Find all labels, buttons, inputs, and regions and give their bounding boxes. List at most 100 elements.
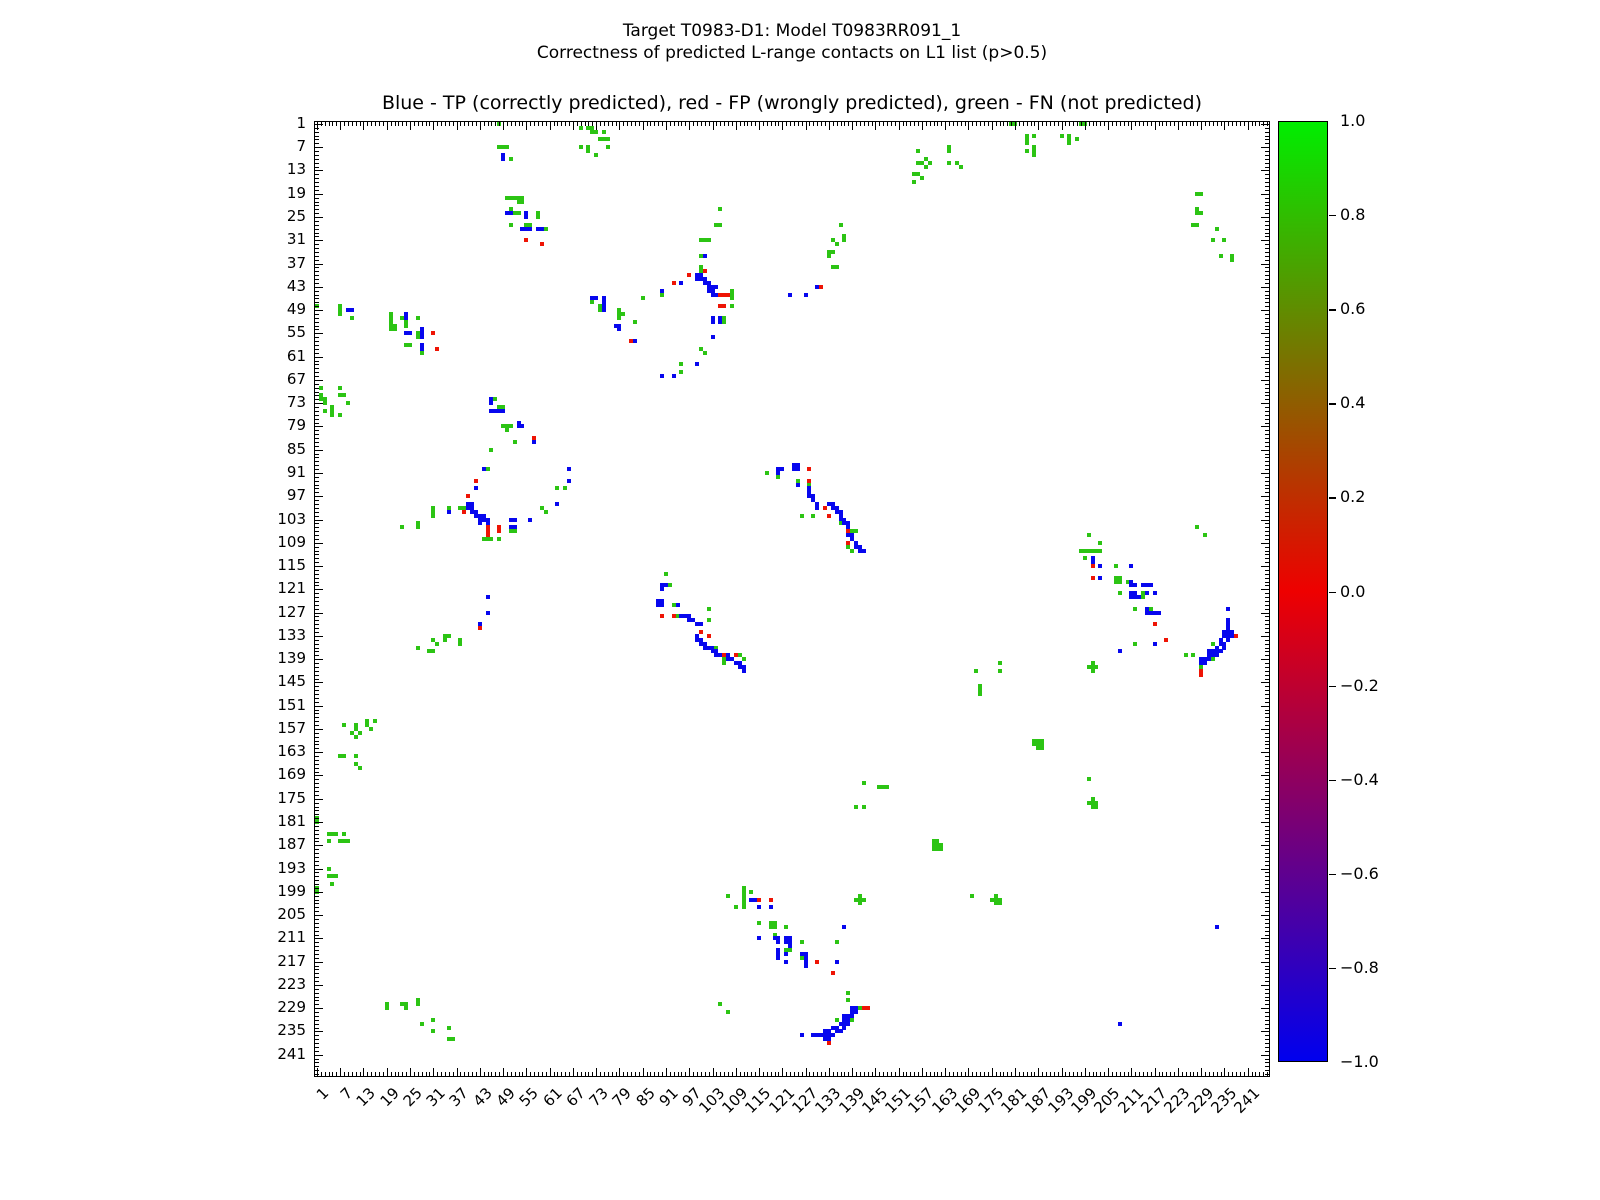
minor-tick bbox=[1135, 122, 1136, 126]
contact-cell-fn bbox=[722, 320, 726, 324]
y-tick-label: 151 bbox=[120, 696, 306, 714]
contact-cell-tp bbox=[854, 1010, 858, 1014]
minor-tick bbox=[1265, 244, 1269, 245]
minor-tick bbox=[315, 946, 319, 947]
minor-tick bbox=[1265, 609, 1269, 610]
contact-cell-tp bbox=[633, 339, 637, 343]
minor-tick bbox=[1104, 1072, 1105, 1076]
y-tick-label: 49 bbox=[120, 300, 306, 318]
minor-tick bbox=[1096, 1072, 1097, 1076]
minor-tick bbox=[1265, 322, 1269, 323]
y-tick-label: 193 bbox=[120, 859, 306, 877]
minor-tick bbox=[315, 1012, 319, 1013]
minor-tick bbox=[926, 122, 927, 126]
x-tick-label: 7 bbox=[336, 1084, 355, 1103]
minor-tick bbox=[315, 1070, 319, 1071]
minor-tick bbox=[315, 911, 319, 912]
minor-tick bbox=[538, 1072, 539, 1076]
contact-cell-fn bbox=[416, 525, 420, 529]
minor-tick bbox=[1236, 1072, 1237, 1076]
minor-tick bbox=[1046, 1072, 1047, 1076]
major-tick bbox=[363, 122, 364, 130]
major-tick bbox=[1261, 636, 1269, 637]
colorbar-tick-label: −0.2 bbox=[1340, 676, 1379, 696]
minor-tick bbox=[767, 122, 768, 126]
minor-tick bbox=[798, 1072, 799, 1076]
contact-cell-fn bbox=[920, 176, 924, 180]
major-tick bbox=[968, 1068, 969, 1076]
contact-cell-tp bbox=[1153, 642, 1157, 646]
major-tick bbox=[1108, 122, 1109, 130]
minor-tick bbox=[315, 364, 319, 365]
minor-tick bbox=[1265, 616, 1269, 617]
major-tick bbox=[782, 1068, 783, 1076]
contact-cell-tp bbox=[1226, 607, 1230, 611]
minor-tick bbox=[1265, 1047, 1269, 1048]
minor-tick bbox=[1265, 841, 1269, 842]
y-tick-label: 7 bbox=[120, 137, 306, 155]
major-tick bbox=[1201, 122, 1202, 130]
minor-tick bbox=[1265, 1028, 1269, 1029]
contact-cell-fn bbox=[330, 413, 334, 417]
minor-tick bbox=[1265, 1039, 1269, 1040]
minor-tick bbox=[1265, 640, 1269, 641]
minor-tick bbox=[315, 655, 319, 656]
contact-cell-fn bbox=[800, 514, 804, 518]
contact-cell-tp bbox=[660, 587, 664, 591]
minor-tick bbox=[1265, 624, 1269, 625]
major-tick bbox=[1131, 1068, 1132, 1076]
minor-tick bbox=[315, 341, 319, 342]
minor-tick bbox=[1265, 551, 1269, 552]
major-tick bbox=[315, 775, 323, 776]
minor-tick bbox=[650, 122, 651, 126]
contact-cell-fn bbox=[513, 440, 517, 444]
major-tick bbox=[619, 122, 620, 130]
minor-tick bbox=[1265, 516, 1269, 517]
minor-tick bbox=[315, 628, 319, 629]
minor-tick bbox=[565, 122, 566, 126]
contact-cell-fp bbox=[866, 1006, 870, 1010]
minor-tick bbox=[315, 1074, 319, 1075]
minor-tick bbox=[315, 997, 319, 998]
minor-tick bbox=[315, 236, 319, 237]
minor-tick bbox=[1265, 132, 1269, 133]
contact-cell-fn bbox=[493, 397, 497, 401]
minor-tick bbox=[1265, 717, 1269, 718]
minor-tick bbox=[315, 337, 319, 338]
minor-tick bbox=[1182, 1072, 1183, 1076]
minor-tick bbox=[1265, 578, 1269, 579]
minor-tick bbox=[1265, 582, 1269, 583]
minor-tick bbox=[1128, 1072, 1129, 1076]
minor-tick bbox=[1265, 667, 1269, 668]
minor-tick bbox=[315, 395, 319, 396]
minor-tick bbox=[315, 461, 319, 462]
contact-cell-fn bbox=[835, 242, 839, 246]
contact-cell-tp bbox=[776, 940, 780, 944]
minor-tick bbox=[495, 1072, 496, 1076]
minor-tick bbox=[315, 562, 319, 563]
minor-tick bbox=[670, 1072, 671, 1076]
minor-tick bbox=[315, 322, 319, 323]
minor-tick bbox=[1265, 888, 1269, 889]
contact-cell-fn bbox=[346, 401, 350, 405]
minor-tick bbox=[1265, 993, 1269, 994]
major-tick bbox=[1261, 147, 1269, 148]
minor-tick bbox=[1031, 1072, 1032, 1076]
minor-tick bbox=[732, 122, 733, 126]
minor-tick bbox=[315, 407, 319, 408]
major-tick bbox=[1038, 1068, 1039, 1076]
contact-cell-tp bbox=[420, 335, 424, 339]
major-tick bbox=[1201, 1068, 1202, 1076]
minor-tick bbox=[1213, 1072, 1214, 1076]
minor-tick bbox=[1265, 1024, 1269, 1025]
contact-cell-fn bbox=[1087, 533, 1091, 537]
major-tick bbox=[1261, 775, 1269, 776]
major-tick bbox=[410, 122, 411, 130]
minor-tick bbox=[740, 1072, 741, 1076]
contact-cell-fn bbox=[385, 1006, 389, 1010]
minor-tick bbox=[472, 1072, 473, 1076]
minor-tick bbox=[732, 1072, 733, 1076]
minor-tick bbox=[864, 122, 865, 126]
contact-cell-tp bbox=[804, 293, 808, 297]
minor-tick bbox=[740, 122, 741, 126]
